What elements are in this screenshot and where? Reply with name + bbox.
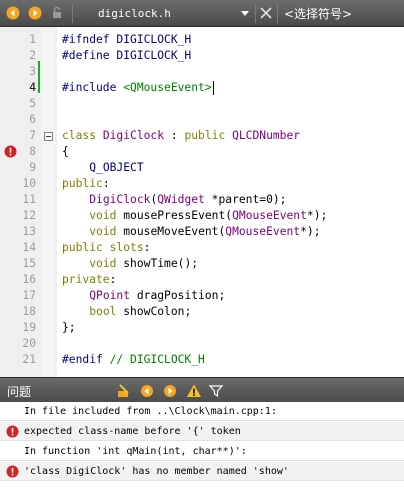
toolbar-separator bbox=[277, 4, 278, 23]
error-icon bbox=[6, 425, 19, 438]
line-number: 12 bbox=[22, 209, 36, 222]
code-line[interactable]: 4 #include <QMouseEvent> bbox=[0, 80, 404, 96]
error-icon[interactable] bbox=[4, 145, 17, 158]
code-text: #endif // DIGICLOCK_H bbox=[62, 353, 205, 366]
close-icon[interactable] bbox=[258, 5, 274, 21]
code-text: private: bbox=[62, 273, 117, 286]
line-number: 9 bbox=[29, 161, 36, 174]
code-text: class DigiClock : public QLCDNumber bbox=[62, 129, 301, 142]
issue-row[interactable]: 'class DigiClock' has no member named 's… bbox=[0, 462, 404, 481]
line-number: 15 bbox=[22, 257, 36, 270]
issue-text: 'class DigiClock' has no member named 's… bbox=[24, 466, 289, 477]
forward-button[interactable] bbox=[26, 4, 44, 22]
chevron-down-icon bbox=[241, 11, 249, 16]
code-text: #include <QMouseEvent> bbox=[62, 81, 212, 94]
arrow-right-icon[interactable] bbox=[162, 383, 178, 399]
code-line[interactable]: 15 void showTime(); bbox=[0, 256, 404, 272]
line-number: 19 bbox=[22, 321, 36, 334]
code-line[interactable]: 13 void mouseMoveEvent(QMouseEvent*); bbox=[0, 224, 404, 240]
code-text: void mousePressEvent(QMouseEvent*); bbox=[89, 209, 328, 222]
symbol-selector[interactable]: <选择符号> bbox=[280, 3, 404, 24]
issue-row[interactable]: expected class-name before '{' token bbox=[0, 422, 404, 441]
code-line[interactable]: 2 #define DIGICLOCK_H bbox=[0, 48, 404, 64]
issues-pane-header: 问题 bbox=[0, 377, 404, 402]
code-line[interactable]: 16 private: bbox=[0, 272, 404, 288]
line-number: 2 bbox=[29, 49, 36, 62]
line-number: 6 bbox=[29, 113, 36, 126]
code-line[interactable]: 12 void mousePressEvent(QMouseEvent*); bbox=[0, 208, 404, 224]
lock-button[interactable] bbox=[48, 4, 66, 22]
code-text: void showTime(); bbox=[89, 257, 199, 270]
code-line[interactable]: 14 public slots: bbox=[0, 240, 404, 256]
line-number: 17 bbox=[22, 289, 36, 302]
code-text: #define DIGICLOCK_H bbox=[62, 49, 192, 62]
filter-tools-icon[interactable] bbox=[116, 383, 132, 399]
code-line[interactable]: 21 #endif // DIGICLOCK_H bbox=[0, 352, 404, 368]
code-line[interactable]: 9 Q_OBJECT bbox=[0, 160, 404, 176]
code-text: #ifndef DIGICLOCK_H bbox=[62, 33, 192, 46]
code-line[interactable]: 6 bbox=[0, 112, 404, 128]
issue-text: expected class-name before '{' token bbox=[24, 426, 241, 437]
toolbar-separator bbox=[255, 4, 256, 23]
code-text: public: bbox=[62, 177, 110, 190]
issue-row[interactable]: In function 'int qMain(int, char**)': bbox=[0, 442, 404, 461]
code-text: DigiClock(QWidget *parent=0); bbox=[89, 193, 287, 206]
code-line[interactable]: 20 bbox=[0, 336, 404, 352]
line-number: 21 bbox=[22, 353, 36, 366]
code-text: }; bbox=[62, 321, 76, 334]
line-number: 20 bbox=[22, 337, 36, 350]
code-line[interactable]: 7 class DigiClock : public QLCDNumber bbox=[0, 128, 404, 144]
code-text: Q_OBJECT bbox=[89, 161, 144, 174]
lock-icon bbox=[53, 6, 61, 18]
code-line[interactable]: 19}; bbox=[0, 320, 404, 336]
code-line[interactable]: 5 bbox=[0, 96, 404, 112]
line-number: 7 bbox=[29, 129, 36, 142]
code-text: public slots: bbox=[62, 241, 151, 254]
line-number: 18 bbox=[22, 305, 36, 318]
code-text: { bbox=[62, 145, 69, 158]
line-number: 10 bbox=[22, 177, 36, 190]
issue-text: In file included from ..\Clock\main.cpp:… bbox=[24, 406, 277, 417]
line-number: 3 bbox=[29, 65, 36, 78]
code-line[interactable]: 10 public: bbox=[0, 176, 404, 192]
line-number: 1 bbox=[29, 33, 36, 46]
code-line[interactable]: 1 #ifndef DIGICLOCK_H bbox=[0, 32, 404, 48]
filter-icon[interactable] bbox=[208, 383, 224, 399]
issues-list: In file included from ..\Clock\main.cpp:… bbox=[0, 402, 404, 503]
back-button[interactable] bbox=[4, 4, 22, 22]
arrow-left-icon bbox=[6, 6, 20, 20]
line-number: 16 bbox=[22, 273, 36, 286]
code-line[interactable]: 8{ bbox=[0, 144, 404, 160]
warning-icon[interactable] bbox=[186, 383, 202, 399]
code-line[interactable]: 17 QPoint dragPosition; bbox=[0, 288, 404, 304]
fold-toggle[interactable] bbox=[44, 132, 53, 141]
error-icon bbox=[6, 465, 19, 478]
issues-title: 问题 bbox=[7, 385, 32, 399]
text-cursor bbox=[213, 81, 214, 95]
file-name: digiclock.h bbox=[98, 7, 171, 20]
code-line[interactable]: 11 DigiClock(QWidget *parent=0); bbox=[0, 192, 404, 208]
line-number: 13 bbox=[22, 225, 36, 238]
toolbar-separator bbox=[72, 4, 73, 23]
file-selector[interactable]: digiclock.h bbox=[78, 3, 254, 24]
line-number: 4 bbox=[29, 81, 36, 94]
code-line[interactable]: 18 bool showColon; bbox=[0, 304, 404, 320]
issue-row[interactable]: In file included from ..\Clock\main.cpp:… bbox=[0, 402, 404, 421]
code-text: QPoint dragPosition; bbox=[89, 289, 226, 302]
line-number: 5 bbox=[29, 97, 36, 110]
code-text: void mouseMoveEvent(QMouseEvent*); bbox=[89, 225, 321, 238]
issue-text: In function 'int qMain(int, char**)': bbox=[24, 446, 247, 457]
arrow-left-icon[interactable] bbox=[139, 383, 155, 399]
arrow-right-icon bbox=[28, 6, 42, 20]
code-text: bool showColon; bbox=[89, 305, 192, 318]
line-number: 11 bbox=[22, 193, 36, 206]
code-line[interactable]: 3 bbox=[0, 64, 404, 80]
symbol-placeholder: <选择符号> bbox=[284, 7, 353, 21]
code-editor[interactable]: 1 #ifndef DIGICLOCK_H 2 #define DIGICLOCK_H… bbox=[0, 27, 404, 377]
line-number: 14 bbox=[22, 241, 36, 254]
